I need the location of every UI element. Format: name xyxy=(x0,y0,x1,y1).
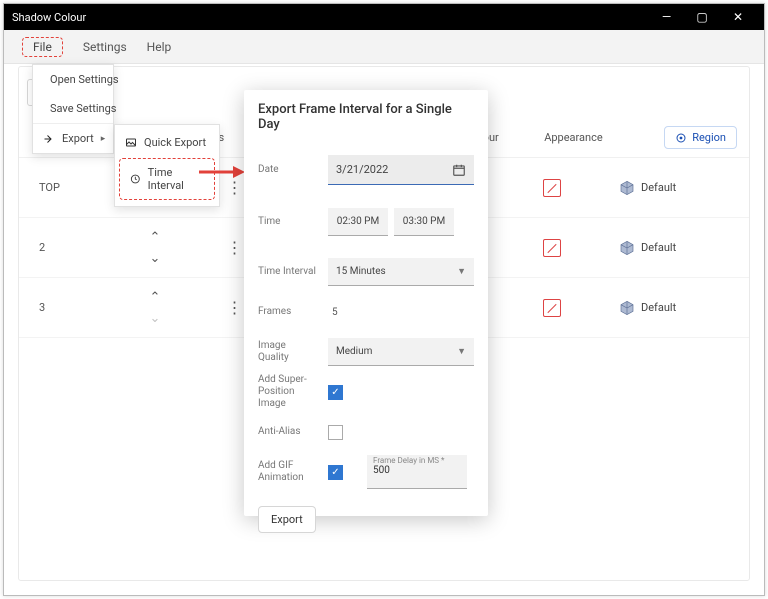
calendar-icon xyxy=(452,163,466,177)
export-dialog: Export Frame Interval for a Single Day D… xyxy=(244,90,488,516)
row-index: 2 xyxy=(39,241,71,254)
col-appearance: Appearance xyxy=(544,131,664,144)
export-item[interactable]: Export ▸ xyxy=(33,123,113,153)
cube-icon xyxy=(619,300,635,316)
time-start-field[interactable]: 02:30 PM xyxy=(328,208,388,236)
interval-label: Time Interval xyxy=(258,266,318,278)
file-dropdown: Open Settings Save Settings Export ▸ xyxy=(32,64,114,154)
save-settings-item[interactable]: Save Settings xyxy=(33,94,113,123)
maximize-button[interactable]: ▢ xyxy=(684,10,720,24)
quick-export-item[interactable]: Quick Export xyxy=(115,129,219,156)
chevron-up-icon[interactable]: ⌃ xyxy=(150,290,161,305)
quality-select[interactable]: Medium ▼ xyxy=(328,338,474,366)
export-icon xyxy=(43,133,55,145)
cube-icon xyxy=(619,240,635,256)
menubar: File Settings Help xyxy=(4,30,764,64)
row-actions-menu[interactable]: ⋮ xyxy=(227,178,244,197)
chevron-down-icon[interactable]: ⌄ xyxy=(150,251,161,266)
row-actions-menu[interactable]: ⋮ xyxy=(227,238,244,257)
row-index: TOP xyxy=(39,181,71,194)
overlap-colour-swatch[interactable] xyxy=(543,239,561,257)
chevron-right-icon: ▸ xyxy=(101,134,106,144)
time-end-field[interactable]: 03:30 PM xyxy=(394,208,454,236)
region-button[interactable]: Region xyxy=(664,126,737,149)
overlap-colour-swatch[interactable] xyxy=(543,179,561,197)
clock-icon xyxy=(130,173,141,185)
frame-delay-field[interactable]: Frame Delay in MS * 500 xyxy=(367,455,467,489)
menu-help[interactable]: Help xyxy=(147,40,172,54)
row-index: 3 xyxy=(39,301,71,314)
time-interval-item[interactable]: Time Interval xyxy=(119,158,215,200)
open-settings-item[interactable]: Open Settings xyxy=(33,65,113,94)
antialias-checkbox[interactable] xyxy=(328,425,343,440)
chevron-down-icon[interactable]: ⌄ xyxy=(150,311,161,326)
frames-label: Frames xyxy=(258,306,318,318)
date-label: Date xyxy=(258,164,318,176)
export-button[interactable]: Export xyxy=(258,506,316,533)
cube-icon xyxy=(619,180,635,196)
interval-select[interactable]: 15 Minutes ▼ xyxy=(328,258,474,286)
target-icon xyxy=(675,132,687,144)
row-actions-menu[interactable]: ⋮ xyxy=(227,298,244,317)
close-button[interactable]: ✕ xyxy=(720,10,756,24)
caret-down-icon: ▼ xyxy=(457,346,466,357)
quality-label: Image Quality xyxy=(258,340,318,364)
menu-settings[interactable]: Settings xyxy=(83,40,127,54)
gif-checkbox[interactable]: ✓ xyxy=(328,465,343,480)
titlebar: Shadow Colour — ▢ ✕ xyxy=(4,4,764,30)
frames-value: 5 xyxy=(328,307,338,318)
appearance-cell[interactable]: Default xyxy=(619,180,749,196)
superposition-label: Add Super-Position Image xyxy=(258,374,318,410)
appearance-cell[interactable]: Default xyxy=(619,300,749,316)
appearance-cell[interactable]: Default xyxy=(619,240,749,256)
image-icon xyxy=(125,137,137,149)
menu-file[interactable]: File xyxy=(22,37,63,57)
export-submenu: Quick Export Time Interval xyxy=(114,124,220,207)
chevron-up-icon[interactable]: ⌃ xyxy=(150,230,161,245)
overlap-colour-swatch[interactable] xyxy=(543,299,561,317)
time-label: Time xyxy=(258,216,318,228)
superposition-checkbox[interactable]: ✓ xyxy=(328,385,343,400)
window-title: Shadow Colour xyxy=(12,11,86,24)
caret-down-icon: ▼ xyxy=(457,266,466,277)
gif-label: Add GIF Animation xyxy=(258,460,318,484)
dialog-title: Export Frame Interval for a Single Day xyxy=(258,102,474,132)
date-field[interactable]: 3/21/2022 xyxy=(328,155,474,185)
antialias-label: Anti-Alias xyxy=(258,426,318,438)
minimize-button[interactable]: — xyxy=(648,10,684,24)
